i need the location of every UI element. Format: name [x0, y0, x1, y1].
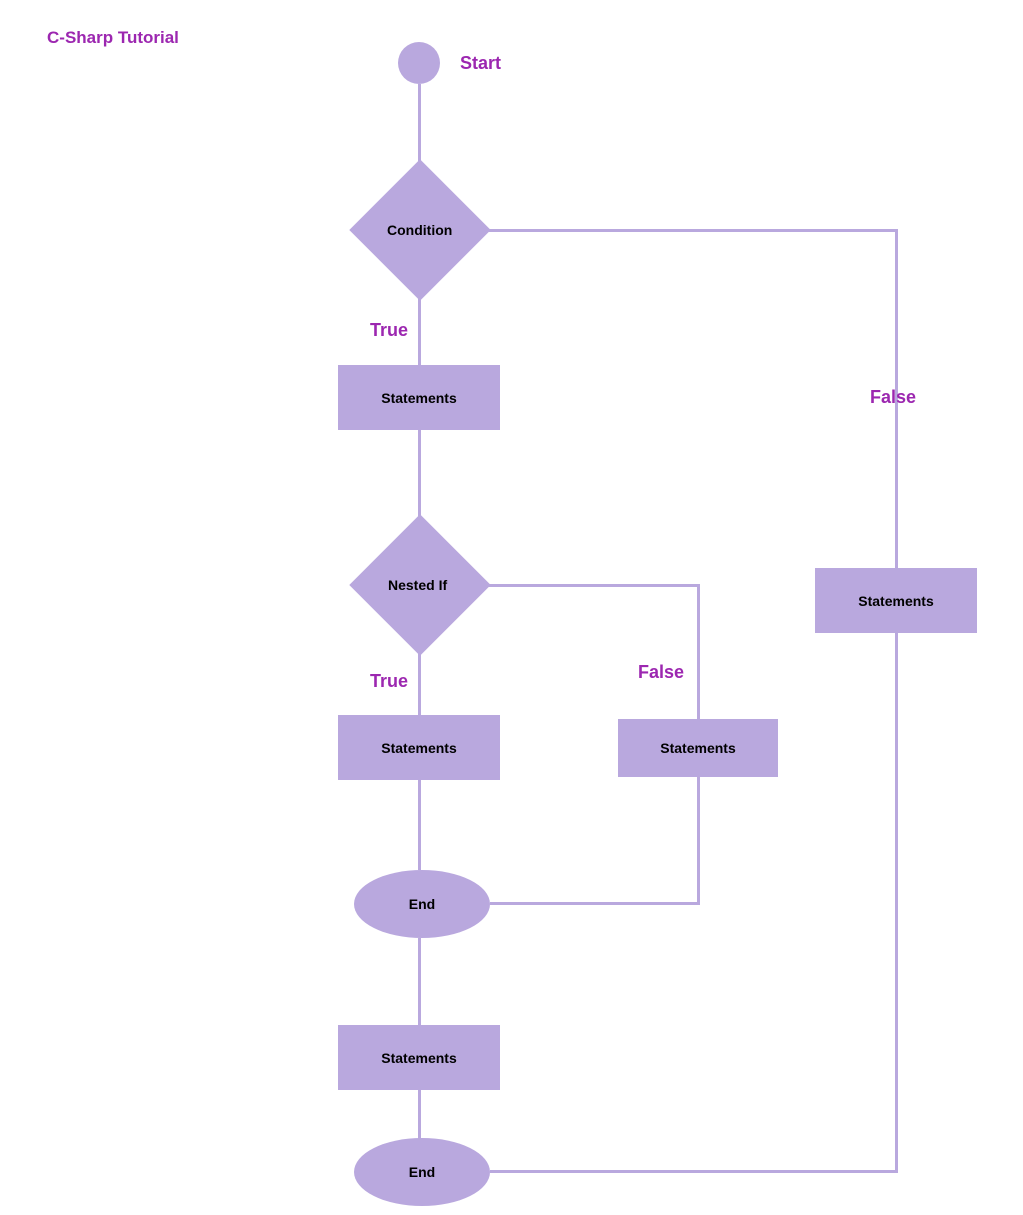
connector: [418, 280, 421, 365]
statements-node-after: Statements: [338, 1025, 500, 1090]
condition-label: Condition: [387, 222, 452, 238]
true-label-outer: True: [370, 320, 408, 341]
connector: [470, 229, 898, 232]
connector: [697, 777, 700, 905]
connector: [470, 584, 700, 587]
false-label-inner: False: [638, 662, 684, 683]
connector: [418, 780, 421, 870]
false-label-outer: False: [870, 387, 916, 408]
true-label-inner: True: [370, 671, 408, 692]
start-label: Start: [460, 53, 501, 74]
connector: [490, 902, 700, 905]
connector: [418, 635, 421, 715]
statements-node-inner-true: Statements: [338, 715, 500, 780]
connector: [697, 584, 700, 719]
statements-node-outer-false: Statements: [815, 568, 977, 633]
statements-node-outer-true: Statements: [338, 365, 500, 430]
start-node: [398, 42, 440, 84]
connector: [418, 1090, 421, 1140]
end-node-inner: End: [354, 870, 490, 938]
statements-node-inner-false: Statements: [618, 719, 778, 777]
connector: [490, 1170, 898, 1173]
page-title: C-Sharp Tutorial: [47, 28, 179, 48]
connector: [895, 633, 898, 1173]
end-node-outer: End: [354, 1138, 490, 1206]
nested-if-label: Nested If: [388, 577, 447, 593]
connector: [418, 938, 421, 1025]
